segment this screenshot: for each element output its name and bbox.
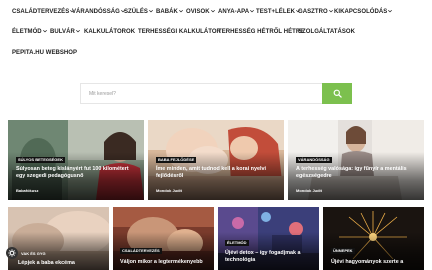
category-badge[interactable]: SÚLYOS BETEGSÉGEK — [16, 157, 65, 163]
nav-item-csaladtervezes[interactable]: CSALÁDTERVEZÉS — [12, 5, 75, 19]
article-title[interactable]: A terhesség valósága: így fűnyír a mentá… — [296, 166, 416, 180]
article-title[interactable]: Lépjek a baba ekcéma — [18, 260, 108, 267]
nav-item-label: CSALÁDTERVEZÉS — [12, 9, 70, 15]
chevron-down-icon — [250, 9, 255, 13]
category-badge[interactable]: ÉLETMÓD — [225, 240, 249, 246]
article-card[interactable]: BABA FEJLŐDÉSE Íme minden, amit tudnod k… — [148, 120, 284, 200]
nav-row-1: CSALÁDTERVEZÉS VÁRANDÓSSÁG SZÜLÉS BABÁK … — [0, 5, 432, 19]
nav-item-varandossag[interactable]: VÁRANDÓSSÁG — [72, 5, 125, 19]
nav-item-terhessegi-kalkulator[interactable]: TERHESSÉGI KALKULÁTOR — [138, 25, 221, 39]
nav-item-eletmod[interactable]: ÉLETMÓD — [12, 25, 47, 39]
article-author[interactable]: Mondok Judit — [296, 188, 322, 193]
nav-item-test-lelek[interactable]: TEST+LÉLEK — [256, 5, 300, 19]
nav-item-label: SZOLGÁLTATÁSOK — [298, 29, 356, 35]
chevron-down-icon — [388, 9, 393, 13]
category-badge[interactable]: VÁRANDÓSSÁG — [296, 157, 332, 163]
category-badge[interactable]: ÜNNEPEK — [331, 248, 355, 254]
main-navigation: CSALÁDTERVEZÉS VÁRANDÓSSÁG SZÜLÉS BABÁK … — [0, 0, 432, 68]
nav-item-terhesseg-hetrol-hetre[interactable]: TERHESSÉG HÉTRŐL HÉTRE — [218, 25, 304, 39]
nav-item-kikapcsolodas[interactable]: KIKAPCSOLÓDÁS — [334, 5, 393, 19]
article-card[interactable]: ÜNNEPEK Újévi hagyományok szerte a — [323, 207, 424, 270]
nav-item-babak[interactable]: BABÁK — [156, 5, 183, 19]
search-button[interactable] — [322, 83, 352, 104]
nav-item-kalkulatorok[interactable]: KALKULÁTOROK — [84, 25, 135, 39]
search-icon — [333, 86, 342, 101]
category-badge[interactable]: CSALÁDTERVEZÉS — [120, 248, 162, 254]
article-title[interactable]: Újévi detox – így fogadjmak a technológi… — [225, 250, 317, 264]
nav-item-label: PEPITA.HU WEBSHOP — [12, 50, 78, 56]
nav-item-label: ANYA-APA — [218, 9, 250, 15]
nav-item-label: TERHESSÉG HÉTRŐL HÉTRE — [218, 29, 305, 35]
chevron-down-icon — [178, 9, 183, 13]
nav-item-label: KALKULÁTOROK — [84, 29, 136, 35]
nav-item-label: ÉLETMÓD — [12, 29, 42, 35]
article-card[interactable]: VÁRANDÓSSÁG A terhesség valósága: így fű… — [288, 120, 424, 200]
chevron-down-icon — [42, 29, 47, 33]
accessibility-widget[interactable]: VAK ÉS GYG — [6, 246, 46, 260]
category-badge[interactable]: BABA FEJLŐDÉSE — [156, 157, 197, 163]
nav-item-label: VÁRANDÓSSÁG — [72, 9, 120, 15]
nav-item-label: SZÜLÉS — [124, 9, 148, 15]
article-title[interactable]: Súlyosan beteg kislányért fut 100 kilomé… — [16, 166, 136, 180]
nav-item-label: GASZTRO — [298, 9, 328, 15]
nav-item-gasztro[interactable]: GASZTRO — [298, 5, 333, 19]
chevron-down-icon — [210, 9, 215, 13]
article-author[interactable]: Mondok Judit — [156, 188, 182, 193]
nav-item-label: TEST+LÉLEK — [256, 9, 296, 15]
nav-item-label: BULVÁR — [50, 29, 75, 35]
search-bar — [80, 83, 352, 104]
nav-item-label: OVISOK — [186, 9, 210, 15]
chevron-down-icon — [328, 9, 333, 13]
article-card[interactable]: Lépjek a baba ekcéma — [8, 207, 109, 270]
article-title[interactable]: Újévi hagyományok szerte a — [331, 259, 423, 266]
nav-item-label: KIKAPCSOLÓDÁS — [334, 9, 388, 15]
nav-item-anya-apa[interactable]: ANYA-APA — [218, 5, 255, 19]
nav-item-szolgaltatasok[interactable]: SZOLGÁLTATÁSOK — [298, 25, 355, 39]
article-title[interactable]: Íme minden, amit tudnod kell a korai nye… — [156, 166, 276, 180]
nav-item-label: BABÁK — [156, 9, 178, 15]
nav-item-bulvar[interactable]: BULVÁR — [50, 25, 80, 39]
article-author[interactable]: Babafókusz — [16, 188, 38, 193]
chevron-down-icon — [75, 29, 80, 33]
article-card[interactable]: CSALÁDTERVEZÉS Váljon mikor a legterméke… — [113, 207, 214, 270]
accessibility-gear-icon[interactable] — [6, 247, 18, 259]
article-card[interactable]: ÉLETMÓD Újévi detox – így fogadjmak a te… — [218, 207, 319, 270]
accessibility-label: VAK ÉS GYG — [21, 250, 46, 256]
nav-row-2: ÉLETMÓD BULVÁR KALKULÁTOROK TERHESSÉGI K… — [0, 25, 432, 39]
nav-item-webshop[interactable]: PEPITA.HU WEBSHOP — [12, 46, 77, 60]
article-title[interactable]: Váljon mikor a legtermékenyebb — [120, 259, 212, 266]
chevron-down-icon — [149, 9, 153, 13]
nav-row-3: PEPITA.HU WEBSHOP — [0, 46, 432, 60]
nav-item-szules[interactable]: SZÜLÉS — [124, 5, 153, 19]
nav-item-label: TERHESSÉGI KALKULÁTOR — [138, 29, 221, 35]
nav-item-ovisok[interactable]: OVISOK — [186, 5, 215, 19]
article-card[interactable]: SÚLYOS BETEGSÉGEK Súlyosan beteg kislány… — [8, 120, 144, 200]
search-input[interactable] — [80, 83, 322, 104]
